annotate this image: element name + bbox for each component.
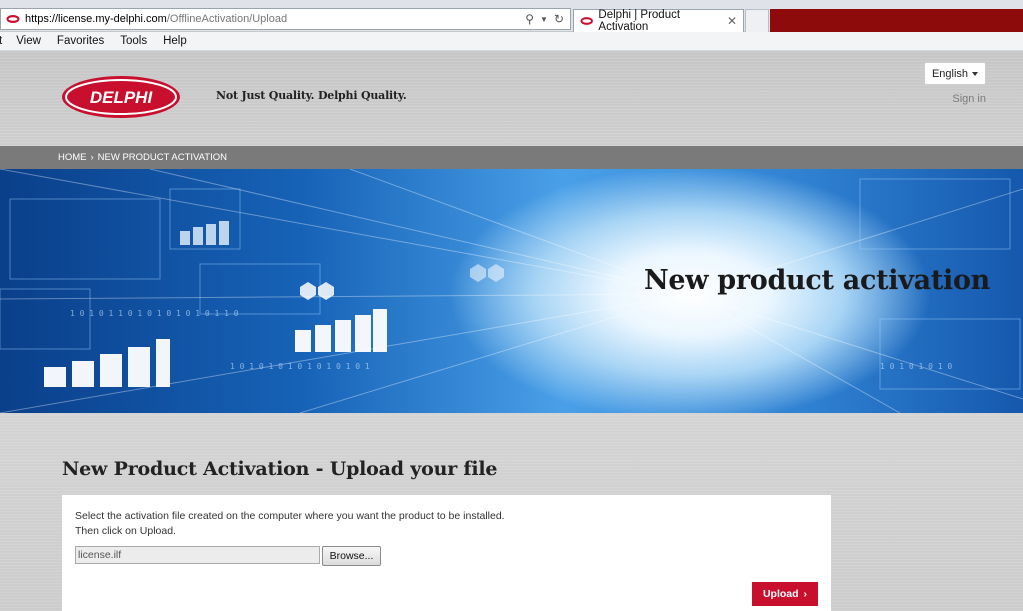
delphi-tab-favicon-icon xyxy=(580,17,593,25)
address-bar[interactable]: https://license.my-delphi.com/OfflineAct… xyxy=(0,8,571,30)
logo-text: DELPHI xyxy=(90,88,154,107)
url-host: https://license.my-delphi.com xyxy=(25,13,167,25)
menu-help[interactable]: Help xyxy=(163,35,187,47)
instructions: Select the activation file created on th… xyxy=(75,509,505,539)
tab-close-icon[interactable]: ✕ xyxy=(727,14,737,28)
delphi-favicon-icon xyxy=(6,15,20,23)
menu-file-partial[interactable]: t xyxy=(0,35,2,47)
site-header: DELPHI Not Just Quality. Delphi Quality.… xyxy=(0,51,1023,146)
menu-view[interactable]: View xyxy=(16,35,41,47)
browser-top-bar: https://license.my-delphi.com/OfflineAct… xyxy=(0,0,1023,33)
url-path: /OfflineActivation/Upload xyxy=(166,13,288,25)
file-path-field[interactable]: license.ilf xyxy=(75,546,320,564)
chevron-right-icon: › xyxy=(803,588,808,600)
language-label: English xyxy=(931,67,969,80)
dropdown-icon[interactable]: ▼ xyxy=(540,15,548,24)
signin-link[interactable]: Sign in xyxy=(952,93,986,105)
menu-favorites[interactable]: Favorites xyxy=(57,35,104,47)
tagline: Not Just Quality. Delphi Quality. xyxy=(216,89,407,102)
browse-button[interactable]: Browse... xyxy=(322,546,381,566)
upload-panel: Select the activation file created on th… xyxy=(62,495,831,611)
breadcrumb-current: NEW PRODUCT ACTIVATION xyxy=(97,152,227,163)
language-dropdown[interactable]: English xyxy=(924,62,986,85)
caret-down-icon xyxy=(972,71,979,76)
svg-text:1 0 1 0 1 0 1 0: 1 0 1 0 1 0 1 0 xyxy=(880,362,952,371)
window-title-bar xyxy=(770,9,1023,32)
instruction-line-1: Select the activation file created on th… xyxy=(75,510,505,522)
search-icon[interactable]: ⚲ xyxy=(525,12,534,26)
tab-title: Delphi | Product Activation xyxy=(598,9,681,33)
page: DELPHI Not Just Quality. Delphi Quality.… xyxy=(0,51,1023,611)
breadcrumb-home[interactable]: HOME xyxy=(58,152,87,163)
refresh-icon[interactable]: ↻ xyxy=(554,12,564,26)
section-title: New Product Activation - Upload your fil… xyxy=(62,458,498,480)
breadcrumb-separator: › xyxy=(90,152,94,163)
menu-bar: t View Favorites Tools Help xyxy=(0,32,1023,51)
breadcrumb: HOME › NEW PRODUCT ACTIVATION xyxy=(0,146,1023,169)
svg-text:1 0 1 0 1 0 1 0 1 0 1 0 1 0 1: 1 0 1 0 1 0 1 0 1 0 1 0 1 0 1 xyxy=(230,362,370,371)
svg-text:1 0 1 0 1 1 0 1 0 1 0 1 0 1 0: 1 0 1 0 1 1 0 1 0 1 0 1 0 1 0 1 1 0 xyxy=(70,309,239,318)
browser-tab[interactable]: Delphi | Product Activation ✕ xyxy=(573,9,744,33)
hero-banner: 1 0 1 0 1 1 0 1 0 1 0 1 0 1 0 1 1 0 1 0 … xyxy=(0,169,1023,413)
banner-title: New product activation xyxy=(643,265,990,296)
upload-label: Upload xyxy=(762,588,799,600)
delphi-logo[interactable]: DELPHI xyxy=(61,75,181,119)
upload-button[interactable]: Upload › xyxy=(752,582,818,606)
menu-tools[interactable]: Tools xyxy=(120,35,147,47)
instruction-line-2: Then click on Upload. xyxy=(75,525,176,537)
new-tab-button[interactable] xyxy=(745,9,769,32)
